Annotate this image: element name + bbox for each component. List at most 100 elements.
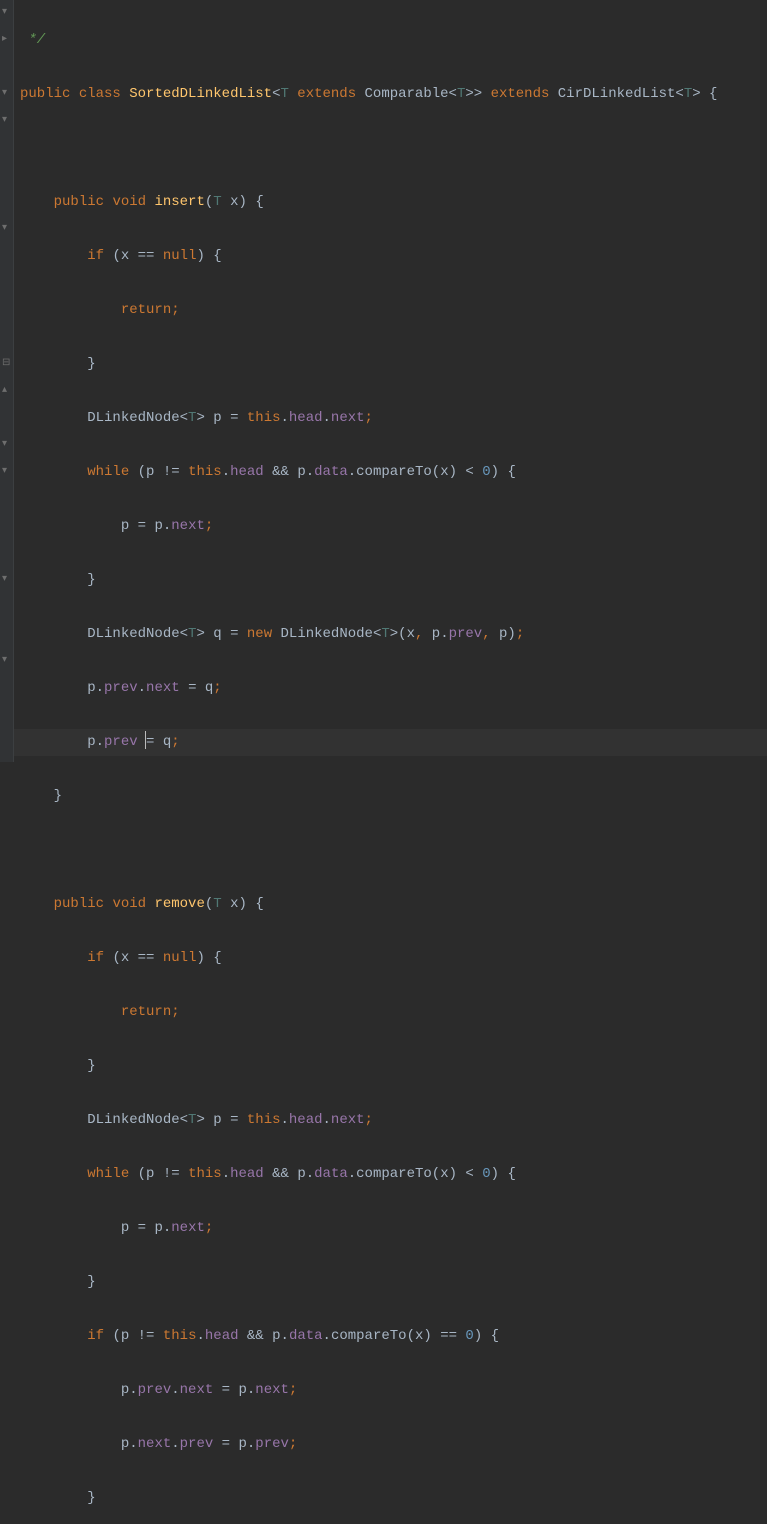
code-line[interactable]	[14, 837, 767, 864]
code-line[interactable]: DLinkedNode<T> p = this.head.next;	[14, 405, 767, 432]
keyword: public	[54, 194, 104, 210]
method-name: remove	[154, 896, 204, 912]
code-line[interactable]: */	[14, 27, 767, 54]
op: &&	[247, 1328, 264, 1344]
code-line[interactable]: p.prev.next = q;	[14, 675, 767, 702]
fold-icon[interactable]: ▸	[2, 35, 12, 45]
method-name: insert	[154, 194, 204, 210]
fold-icon[interactable]: ▾	[2, 467, 12, 477]
keyword: this	[188, 464, 222, 480]
field: next	[171, 518, 205, 534]
var: p	[154, 518, 162, 534]
code-line[interactable]: return;	[14, 297, 767, 324]
punct: )	[491, 464, 499, 480]
dot: .	[247, 1382, 255, 1398]
dot: .	[129, 1436, 137, 1452]
op: &&	[272, 464, 289, 480]
code-line[interactable]: }	[14, 567, 767, 594]
punct: )	[239, 194, 247, 210]
code-line[interactable]: public class SortedDLinkedList<T extends…	[14, 81, 767, 108]
code-line[interactable]: return;	[14, 999, 767, 1026]
fold-icon[interactable]: ▾	[2, 116, 12, 126]
dot: .	[323, 1112, 331, 1128]
fold-icon[interactable]: ▾	[2, 575, 12, 585]
brace: }	[87, 356, 95, 372]
dot: .	[306, 1166, 314, 1182]
punct: <	[180, 626, 188, 642]
field: next	[331, 410, 365, 426]
code-line[interactable]: DLinkedNode<T> p = this.head.next;	[14, 1107, 767, 1134]
punct: )	[491, 1166, 499, 1182]
code-line[interactable]: }	[14, 1269, 767, 1296]
code-line[interactable]: p = p.next;	[14, 1215, 767, 1242]
punct: (	[205, 896, 213, 912]
brace: {	[507, 464, 515, 480]
code-line[interactable]: }	[14, 1053, 767, 1080]
dot: .	[281, 410, 289, 426]
code-line[interactable]: if (x == null) {	[14, 945, 767, 972]
code-line[interactable]	[14, 135, 767, 162]
var: p	[146, 464, 154, 480]
op: =	[230, 1112, 238, 1128]
dot: .	[323, 1328, 331, 1344]
code-line[interactable]: p.next.prev = p.prev;	[14, 1431, 767, 1458]
fold-icon[interactable]: ▾	[2, 8, 12, 18]
field: head	[205, 1328, 239, 1344]
var: p	[154, 1220, 162, 1236]
field: head	[289, 410, 323, 426]
punct: >	[196, 410, 204, 426]
field: next	[255, 1382, 289, 1398]
type-param: T	[188, 1112, 196, 1128]
semi: ;	[365, 410, 373, 426]
code-line[interactable]: }	[14, 1485, 767, 1512]
code-line[interactable]: public void remove(T x) {	[14, 891, 767, 918]
code-line[interactable]: DLinkedNode<T> q = new DLinkedNode<T>(x,…	[14, 621, 767, 648]
field: prev	[104, 734, 138, 750]
fold-icon[interactable]: ▾	[2, 440, 12, 450]
keyword: class	[79, 86, 121, 102]
dot: .	[348, 464, 356, 480]
fold-icon[interactable]: ▾	[2, 656, 12, 666]
keyword: void	[112, 896, 146, 912]
fold-icon[interactable]: ▾	[2, 224, 12, 234]
code-line[interactable]: p.prev.next = p.next;	[14, 1377, 767, 1404]
code-editor[interactable]: */ public class SortedDLinkedList<T exte…	[14, 0, 767, 1524]
keyword: this	[247, 410, 281, 426]
code-line[interactable]: while (p != this.head && p.data.compareT…	[14, 1161, 767, 1188]
op: <	[465, 1166, 473, 1182]
punct: )	[507, 626, 515, 642]
code-line[interactable]: if (p != this.head && p.data.compareTo(x…	[14, 1323, 767, 1350]
keyword: this	[188, 1166, 222, 1182]
keyword: return	[121, 1004, 171, 1020]
op: =	[138, 1220, 146, 1236]
var: p	[146, 1166, 154, 1182]
keyword: if	[87, 248, 104, 264]
code-line[interactable]: public void insert(T x) {	[14, 189, 767, 216]
semi: ;	[171, 302, 179, 318]
punct: >	[196, 1112, 204, 1128]
gutter-marker-icon[interactable]: ⊟	[2, 359, 12, 369]
fold-icon[interactable]: ▾	[2, 89, 12, 99]
code-line[interactable]: }	[14, 351, 767, 378]
code-line[interactable]: while (p != this.head && p.data.compareT…	[14, 459, 767, 486]
op: !=	[163, 1166, 180, 1182]
var: x	[415, 1328, 423, 1344]
editor-gutter: ▾ ▸ ▾ ▾ ▾ ⊟ ▴ ▾ ▾ ▾ ▾	[0, 0, 14, 762]
keyword: while	[87, 464, 129, 480]
op: !=	[138, 1328, 155, 1344]
brace: {	[213, 950, 221, 966]
text-cursor	[145, 731, 146, 749]
brace: {	[255, 194, 263, 210]
punct: (	[112, 248, 120, 264]
semi: ;	[289, 1436, 297, 1452]
comma: ,	[415, 626, 423, 642]
code-line[interactable]: p = p.next;	[14, 513, 767, 540]
dot: .	[171, 1382, 179, 1398]
code-line-active[interactable]: p.prev = q;	[14, 729, 767, 756]
semi: ;	[365, 1112, 373, 1128]
code-line[interactable]: if (x == null) {	[14, 243, 767, 270]
fold-icon[interactable]: ▴	[2, 386, 12, 396]
code-line[interactable]: }	[14, 783, 767, 810]
keyword: return	[121, 302, 171, 318]
keyword: if	[87, 950, 104, 966]
